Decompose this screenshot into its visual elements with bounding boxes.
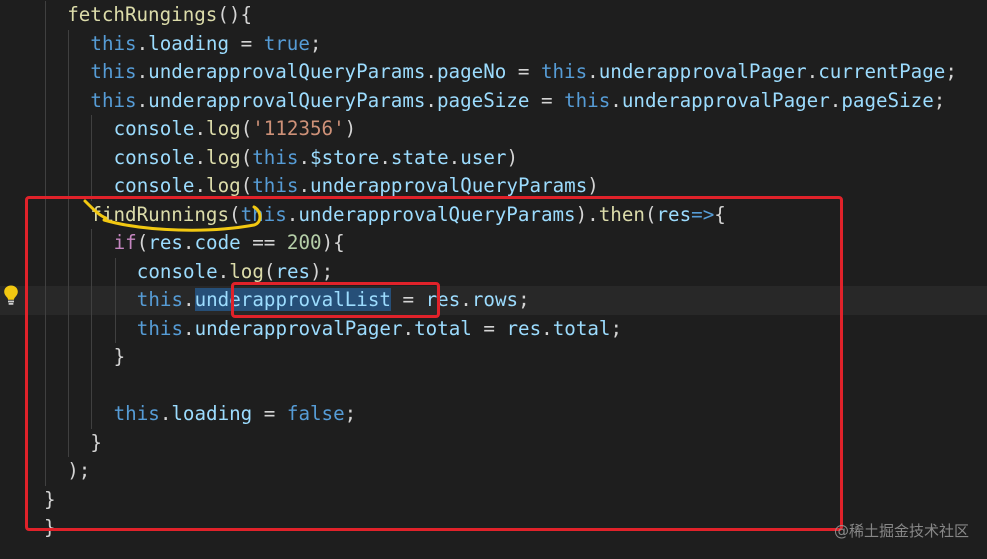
code-line-text: this.loading = true;: [90, 30, 321, 59]
indent-guide: [68, 115, 70, 144]
code-token: console: [113, 117, 195, 140]
indent-guide: [91, 115, 93, 144]
code-token: console: [113, 145, 195, 169]
code-token: true: [263, 31, 310, 55]
code-token: .: [194, 145, 207, 169]
indent-guide: [91, 143, 93, 172]
code-token: underapprovalQueryParams: [310, 174, 588, 197]
indent-guide: [68, 86, 70, 115]
code-token: loading: [148, 31, 230, 55]
code-token: user: [460, 145, 507, 169]
code-token: .: [829, 88, 842, 112]
code-token: (){: [217, 3, 253, 26]
code-line-text: fetchRungings(){: [67, 1, 252, 30]
code-token: this: [564, 88, 611, 112]
indent-guide: [45, 115, 46, 144]
code-token: (: [240, 174, 253, 197]
code-token: .: [298, 174, 311, 197]
code-token: .: [425, 88, 437, 112]
code-token: .: [194, 174, 207, 197]
code-token: pageSize: [436, 88, 530, 112]
code-token: underapprovalQueryParams: [148, 88, 426, 112]
code-token: this: [540, 60, 588, 83]
code-token: state: [390, 145, 449, 169]
code-token: currentPage: [818, 60, 946, 83]
code-line-text: console.log(this.$store.state.user): [114, 144, 518, 173]
code-token: log: [206, 145, 241, 169]
code-token: ;: [933, 88, 946, 112]
code-token: .: [194, 117, 207, 140]
code-token: .: [587, 60, 599, 83]
red-highlight-box-large: [25, 196, 843, 531]
code-token: ;: [309, 31, 322, 55]
code-token: ): [506, 145, 519, 169]
code-token: (: [240, 117, 253, 140]
code-token: underapprovalQueryParams: [148, 60, 426, 83]
code-token: underapprovalPager: [598, 60, 807, 83]
code-token: .: [379, 145, 391, 169]
code-token: this: [90, 88, 137, 112]
code-token: console: [113, 174, 195, 197]
code-line-text: this.underapprovalQueryParams.pageNo = t…: [90, 58, 956, 87]
code-token: .: [806, 60, 819, 83]
indent-guide: [68, 29, 70, 58]
code-token: log: [206, 174, 241, 197]
red-highlight-box-small: [231, 282, 440, 318]
code-token: =: [229, 31, 264, 55]
code-token: log: [206, 117, 241, 140]
code-token: .: [136, 60, 149, 83]
code-token: .: [136, 88, 149, 112]
code-token: this: [90, 60, 137, 83]
code-token: pageSize: [841, 88, 934, 112]
code-token: $store: [310, 145, 380, 169]
code-token: ): [344, 117, 357, 140]
code-token: ): [587, 174, 599, 197]
code-token: .: [610, 88, 622, 112]
code-line-text: this.underapprovalQueryParams.pageSize =…: [90, 87, 945, 116]
indent-guide: [45, 29, 46, 58]
indent-guide: [45, 143, 46, 172]
indent-guide: [45, 58, 46, 87]
code-token: =: [506, 60, 541, 83]
code-token: .: [448, 145, 461, 169]
code-token: .: [298, 145, 311, 169]
indent-guide: [45, 1, 46, 30]
code-token: pageNo: [436, 60, 507, 83]
indent-guide: [68, 143, 70, 172]
code-editor[interactable]: fetchRungings(){this.loading = true; this…: [0, 0, 987, 559]
lightbulb-icon[interactable]: [2, 284, 20, 306]
code-token: this: [252, 174, 299, 197]
indent-guide: [45, 86, 46, 115]
code-line-text: console.log('112356'): [114, 115, 357, 144]
code-token: ;: [945, 60, 957, 83]
code-token: this: [90, 31, 137, 55]
code-token: this: [252, 145, 299, 169]
code-token: '112356': [252, 117, 345, 140]
code-token: .: [425, 60, 437, 83]
watermark: @稀土掘金技术社区: [833, 522, 969, 540]
code-token: =: [529, 88, 565, 112]
code-token: underapprovalPager: [621, 88, 830, 112]
code-token: (: [240, 145, 253, 169]
indent-guide: [68, 58, 70, 87]
code-token: .: [136, 31, 149, 55]
code-token: fetchRungings: [67, 3, 218, 26]
